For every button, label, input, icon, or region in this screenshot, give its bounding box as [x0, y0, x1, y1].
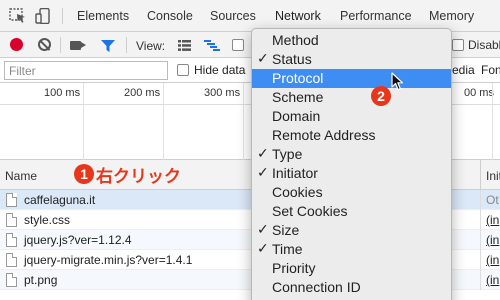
column-header-initiator[interactable]: Init	[486, 169, 500, 183]
column-divider	[480, 270, 481, 290]
menu-item-initiator[interactable]: ✓ Initiator	[252, 164, 451, 183]
hide-data-urls-checkbox[interactable]	[177, 64, 189, 76]
timeline-gridline	[83, 83, 84, 160]
menu-item-label: Size	[272, 222, 300, 238]
menu-item-label: Scheme	[272, 89, 324, 105]
step-2-badge: 2	[371, 86, 391, 106]
column-divider	[480, 230, 481, 250]
column-divider	[480, 250, 481, 270]
request-name: jquery.js?ver=1.12.4	[24, 233, 132, 247]
menu-item-size[interactable]: ✓ Size	[252, 221, 451, 240]
menu-item-connection-id[interactable]: Connection ID	[252, 278, 451, 297]
tab-elements[interactable]: Elements	[77, 9, 129, 23]
menu-item-set-cookies[interactable]: Set Cookies	[252, 202, 451, 221]
menu-item-label: Time	[272, 241, 303, 257]
menu-item-remote-address[interactable]: Remote Address	[252, 126, 451, 145]
menu-item-priority[interactable]: Priority	[252, 259, 451, 278]
column-divider	[480, 190, 481, 210]
inspect-element-icon[interactable]	[9, 8, 27, 24]
request-initiator-link[interactable]: (in	[486, 253, 499, 267]
menu-item-label: Set Cookies	[272, 203, 348, 219]
document-icon	[6, 213, 17, 227]
request-initiator-link[interactable]: (in	[486, 213, 499, 227]
checkmark-icon: ✓	[257, 241, 269, 257]
menu-item-label: Method	[272, 32, 319, 48]
disable-cache-checkbox[interactable]	[452, 39, 464, 51]
menu-item-type[interactable]: ✓ Type	[252, 145, 451, 164]
menu-item-label: Protocol	[272, 70, 324, 86]
toolbar-separator	[126, 37, 127, 53]
request-initiator-link[interactable]: (in	[486, 273, 499, 287]
menu-item-label: Domain	[272, 108, 321, 124]
checkmark-icon: ✓	[257, 146, 269, 162]
checkmark-icon: ✓	[257, 222, 269, 238]
disable-cache-label: Disabl	[468, 38, 500, 52]
tab-network[interactable]: Network	[275, 9, 321, 23]
filter-media[interactable]: edia	[452, 63, 475, 77]
filter-funnel-icon[interactable]	[100, 39, 116, 53]
view-label: View:	[136, 39, 166, 53]
tab-separator	[62, 8, 63, 24]
menu-item-label: Connection ID	[272, 279, 361, 295]
tab-console[interactable]: Console	[147, 9, 193, 23]
menu-item-label: Initiator	[272, 165, 318, 181]
filter-font[interactable]: Fon	[481, 63, 500, 77]
request-name: jquery-migrate.min.js?ver=1.4.1	[24, 253, 193, 267]
waterfall-overview-icon[interactable]	[204, 40, 220, 51]
hide-data-urls-label: Hide data	[194, 63, 246, 77]
document-icon	[6, 253, 17, 267]
document-icon	[6, 193, 17, 207]
menu-item-time[interactable]: ✓ Time	[252, 240, 451, 259]
menu-item-scheme[interactable]: Scheme	[252, 88, 451, 107]
device-toggle-icon[interactable]	[35, 8, 53, 24]
column-divider	[480, 210, 481, 230]
tab-sources[interactable]: Sources	[210, 9, 256, 23]
timeline-gridline	[163, 83, 164, 160]
menu-item-method[interactable]: Method	[252, 31, 451, 50]
request-initiator-link[interactable]: (in	[486, 233, 499, 247]
request-name: caffelaguna.it	[24, 193, 96, 207]
document-icon	[6, 233, 17, 247]
menu-item-label: Priority	[272, 260, 316, 276]
step-1-text: 右クリック	[96, 166, 181, 186]
column-context-menu: Method ✓ Status Protocol Scheme Domain Remote …	[251, 28, 452, 300]
menu-item-domain[interactable]: Domain	[252, 107, 451, 126]
menu-item-label: Status	[272, 51, 312, 67]
checkmark-icon: ✓	[257, 51, 269, 67]
menu-item-protocol[interactable]: Protocol	[252, 69, 451, 88]
screenshot-camera-icon[interactable]	[70, 41, 86, 50]
menu-item-status[interactable]: ✓ Status	[252, 50, 451, 69]
annotation-step-1: 1 右クリック	[74, 162, 181, 186]
step-1-badge: 1	[74, 164, 94, 184]
filter-input[interactable]	[4, 61, 168, 80]
menu-item-label: Remote Address	[272, 127, 376, 143]
large-rows-icon[interactable]	[178, 40, 191, 51]
column-header-name[interactable]: Name	[5, 169, 37, 183]
toolbar-separator	[60, 37, 61, 53]
timeline-tick: 00 ms	[464, 87, 494, 99]
group-by-frame-checkbox[interactable]	[232, 39, 244, 51]
timeline-tick: 300 ms	[204, 87, 241, 99]
request-name: style.css	[24, 213, 71, 227]
column-divider	[480, 160, 481, 190]
tab-performance[interactable]: Performance	[340, 9, 412, 23]
timeline-tick: 100 ms	[44, 87, 81, 99]
tab-memory[interactable]: Memory	[429, 9, 474, 23]
menu-item-cookies[interactable]: Cookies	[252, 183, 451, 202]
request-initiator: Ot	[486, 193, 499, 207]
timeline-gridline	[243, 83, 244, 160]
request-name: pt.png	[24, 273, 58, 287]
mouse-cursor-icon	[391, 72, 404, 91]
image-file-icon	[6, 273, 17, 287]
clear-icon[interactable]	[38, 38, 51, 51]
menu-item-label: Cookies	[272, 184, 323, 200]
timeline-gridline	[492, 83, 493, 160]
timeline-tick: 200 ms	[124, 87, 161, 99]
checkmark-icon: ✓	[257, 165, 269, 181]
record-icon[interactable]	[10, 38, 23, 51]
menu-item-label: Type	[272, 146, 303, 162]
